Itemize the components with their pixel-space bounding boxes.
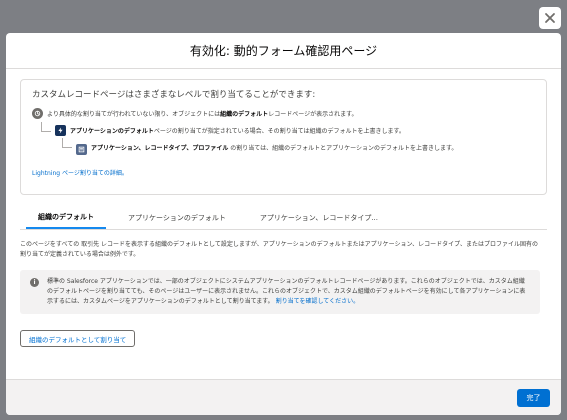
app-default-row: アプリケーションのデフォルト ページの割り当てが指定されている場合、その割り当て… [41, 120, 535, 140]
info-icon: i [30, 278, 39, 287]
org-default-text-pre: より具体的な割り当てが行われていない限り、オブジェクトには [47, 110, 221, 118]
app-record-profile-text-post: の割り当ては、組織のデフォルトとアプリケーションのデフォルトを上書きします。 [228, 145, 458, 152]
app-record-profile-row: アプリケーション、レコードタイプ、プロファイル の割り当ては、組織のデフォルトと… [62, 138, 535, 164]
modal-header: 有効化: 動的フォーム確認用ページ [6, 33, 561, 69]
org-default-text-post: レコードページが表示されます。 [268, 110, 358, 118]
org-default-icon [32, 107, 43, 119]
close-button[interactable] [539, 7, 561, 29]
assign-as-org-default-button[interactable]: 組織のデフォルトとして割り当て [20, 330, 136, 347]
app-default-text-post: ページの割り当てが指定されている場合、その割り当ては組織のデフォルトを上書きしま… [153, 127, 405, 135]
lightning-assignment-details-link[interactable]: Lightning ページ割り当ての詳細。 [32, 168, 535, 177]
note-text: 標準の Salesforce アプリケーションでは、一部のオブジェクトにシステム… [47, 277, 530, 307]
app-record-profile-text-bold: アプリケーション、レコードタイプ、プロファイル [91, 145, 229, 152]
tab-org-default[interactable]: 組織のデフォルト [26, 212, 106, 229]
assignment-tabs: 組織のデフォルト アプリケーションのデフォルト アプリケーション、レコードタイプ… [20, 207, 547, 230]
profile-icon [76, 144, 87, 155]
app-default-text-bold: アプリケーションのデフォルト [70, 127, 154, 135]
check-assignments-link[interactable]: 割り当てを確認してください。 [276, 298, 360, 305]
close-icon [545, 13, 555, 23]
tab-app-record-type-profile[interactable]: アプリケーション、レコードタイプ... [248, 213, 390, 229]
modal-title: 有効化: 動的フォーム確認用ページ [189, 44, 378, 58]
org-default-row: より具体的な割り当てが行われていない限り、オブジェクトには 組織のデフォルト レ… [32, 106, 535, 120]
card-title: カスタムレコードページはさまざまなレベルで割り当てることができます: [32, 90, 316, 100]
app-record-profile-text: アプリケーション、レコードタイプ、プロファイル の割り当ては、組織のデフォルトと… [91, 144, 491, 153]
assignment-info-card: カスタムレコードページはさまざまなレベルで割り当てることができます: より具体的… [20, 79, 547, 195]
done-button[interactable]: 完了 [517, 389, 550, 407]
modal-body: カスタムレコードページはさまざまなレベルで割り当てることができます: より具体的… [6, 69, 561, 379]
tab-app-default[interactable]: アプリケーションのデフォルト [116, 213, 238, 229]
org-default-text-bold: 組織のデフォルト [220, 110, 269, 118]
system-default-note: i 標準の Salesforce アプリケーションでは、一部のオブジェクトにシス… [20, 270, 540, 314]
activation-modal: 有効化: 動的フォーム確認用ページ カスタムレコードページはさまざまなレベルで割… [6, 33, 561, 415]
lightning-icon [55, 124, 66, 136]
org-default-description: このページをすべての 取引先 レコードを表示する組織のデフォルトとして設定します… [20, 241, 538, 258]
tree-connector [41, 122, 51, 132]
tree-connector [62, 138, 72, 148]
modal-footer: 完了 [6, 379, 561, 415]
